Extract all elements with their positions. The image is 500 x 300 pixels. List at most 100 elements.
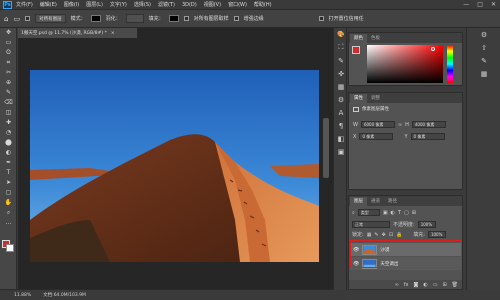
brush-settings-icon[interactable]: ✎ xyxy=(334,54,348,67)
link-layers-icon[interactable]: ∞ xyxy=(395,282,399,288)
grid-icon[interactable]: ▦ xyxy=(467,67,500,80)
delete-layer-icon[interactable]: 🗑 xyxy=(452,282,458,288)
image-canvas[interactable] xyxy=(30,70,319,262)
lock-artboard-icon[interactable]: ⊡ xyxy=(389,232,393,238)
filter-pixel-icon[interactable]: ▣ xyxy=(383,210,388,216)
libraries-icon[interactable]: ▣ xyxy=(334,145,348,158)
brush-tool-icon[interactable]: ⌫ xyxy=(0,98,17,108)
move-tool-icon[interactable]: ✥ xyxy=(0,28,17,38)
link-icon[interactable]: ∞ xyxy=(398,122,402,128)
feather-input[interactable] xyxy=(125,14,144,23)
adjustment-layer-icon[interactable]: ◐ xyxy=(423,282,427,288)
filter-type-icon[interactable]: T xyxy=(398,210,401,216)
fg-color-chip[interactable] xyxy=(352,46,360,54)
tab-channels[interactable]: 通道 xyxy=(367,197,384,206)
blend-mode-dropdown[interactable]: 正常 xyxy=(352,221,390,228)
gradient-tool-icon[interactable]: ⬤ xyxy=(0,138,17,148)
filter-adjust-icon[interactable]: ◐ xyxy=(391,210,395,216)
menu-type[interactable]: 文字(Y) xyxy=(110,1,127,8)
shape-tool-icon[interactable]: ▢ xyxy=(0,188,17,198)
menu-select[interactable]: 选择(S) xyxy=(134,1,151,8)
tab-paths[interactable]: 路径 xyxy=(384,197,401,206)
frame-icon[interactable]: ⛶ xyxy=(334,41,348,54)
menu-window[interactable]: 窗口(W) xyxy=(228,1,247,8)
width-field[interactable]: 6000 像素 xyxy=(360,121,395,128)
character-icon[interactable]: A xyxy=(334,106,348,119)
menu-view[interactable]: 视图(V) xyxy=(204,1,221,8)
path-select-tool-icon[interactable]: ➤ xyxy=(0,178,17,188)
history-brush-icon[interactable]: ✚ xyxy=(0,118,17,128)
sample-checkbox[interactable] xyxy=(183,16,189,21)
edit-icon[interactable]: ✎ xyxy=(467,54,500,67)
fx-icon[interactable]: fx xyxy=(404,282,409,288)
mask-icon[interactable]: ◙ xyxy=(413,282,418,288)
type-tool-icon[interactable]: T xyxy=(0,168,17,178)
blur-tool-icon[interactable]: ◐ xyxy=(0,148,17,158)
lock-pixels-icon[interactable]: ▦ xyxy=(367,232,372,238)
close-icon[interactable]: ✕ xyxy=(491,1,496,8)
mode-dropdown[interactable]: 对所有图层 xyxy=(35,14,66,23)
export-icon[interactable]: ⇧ xyxy=(467,41,500,54)
option-checkbox[interactable] xyxy=(318,16,324,21)
group-icon[interactable]: ▭ xyxy=(433,282,438,288)
filter-smart-icon[interactable]: ⊞ xyxy=(412,210,416,216)
fill-field[interactable]: 100% xyxy=(427,231,446,238)
tab-adjustments[interactable]: 调整 xyxy=(367,94,384,103)
paragraph-icon[interactable]: ¶ xyxy=(334,119,348,132)
quick-select-tool-icon[interactable]: ⌗ xyxy=(0,58,17,68)
tab-layers[interactable]: 图层 xyxy=(350,197,367,206)
lasso-tool-icon[interactable]: ʘ xyxy=(0,48,17,58)
crop-tool-icon[interactable]: ✂ xyxy=(0,68,17,78)
adjustments-icon[interactable]: ◧ xyxy=(334,132,348,145)
document-tab[interactable]: 1撤天空.psd @ 11.7% (沙漠, RGB/8#) * × xyxy=(18,28,138,38)
height-field[interactable]: 4000 像素 xyxy=(411,121,446,128)
tab-swatches[interactable]: 色板 xyxy=(367,34,384,43)
enhance-checkbox[interactable] xyxy=(233,16,239,21)
properties-icon[interactable]: ⚙ xyxy=(467,28,500,41)
swatches-icon[interactable]: ▦ xyxy=(334,80,348,93)
fill-swatch[interactable] xyxy=(168,15,179,22)
maximize-icon[interactable]: □ xyxy=(477,1,483,8)
background-color-swatch[interactable] xyxy=(6,244,14,252)
eraser-tool-icon[interactable]: ◔ xyxy=(0,128,17,138)
selection-mode-icon[interactable]: ▭ xyxy=(13,15,20,23)
x-field[interactable]: 0 像素 xyxy=(359,133,394,140)
more-tools-icon[interactable]: … xyxy=(0,218,17,228)
lock-all-icon[interactable]: 🔒 xyxy=(396,232,402,238)
hand-tool-icon[interactable]: ✋ xyxy=(0,198,17,208)
vertical-scrollbar[interactable] xyxy=(323,118,329,178)
eyedropper-tool-icon[interactable]: ⊕ xyxy=(0,78,17,88)
hue-slider[interactable] xyxy=(447,45,453,83)
settings-icon[interactable]: ⚙ xyxy=(334,93,348,106)
all-layers-checkbox[interactable] xyxy=(25,16,31,21)
menu-image[interactable]: 图像(I) xyxy=(64,1,79,8)
zoom-tool-icon[interactable]: ⌕ xyxy=(0,208,17,218)
healing-tool-icon[interactable]: ✎ xyxy=(0,88,17,98)
menu-filter[interactable]: 滤镜(T) xyxy=(158,1,175,8)
menu-layer[interactable]: 图层(L) xyxy=(86,1,103,8)
zoom-level[interactable]: 11.88% xyxy=(14,293,31,298)
color-swatch[interactable] xyxy=(90,15,101,22)
y-field[interactable]: 0 像素 xyxy=(410,133,445,140)
filter-shape-icon[interactable]: ▢ xyxy=(404,210,409,216)
color-panel-icon[interactable]: 🎨 xyxy=(334,28,348,41)
filter-type-dropdown[interactable]: 类型 xyxy=(357,209,380,216)
menu-edit[interactable]: 编辑(E) xyxy=(40,1,57,8)
stamp-tool-icon[interactable]: ◫ xyxy=(0,108,17,118)
tab-properties[interactable]: 属性 xyxy=(350,94,367,103)
minimize-icon[interactable]: — xyxy=(463,1,469,8)
filter-search-icon[interactable]: ⌕ xyxy=(352,210,355,216)
pen-tool-icon[interactable]: ✒ xyxy=(0,158,17,168)
lock-paint-icon[interactable]: ✎ xyxy=(374,232,378,238)
menu-3d[interactable]: 3D(D) xyxy=(182,2,197,8)
tool-preset-icon[interactable]: ⌂ xyxy=(4,15,8,23)
lock-move-icon[interactable]: ✥ xyxy=(382,232,386,238)
marquee-tool-icon[interactable]: ▭ xyxy=(0,38,17,48)
transform-icon[interactable]: ✜ xyxy=(334,67,348,80)
menu-help[interactable]: 帮助(H) xyxy=(254,1,272,8)
opacity-field[interactable]: 100% xyxy=(417,221,436,228)
tab-color[interactable]: 颜色 xyxy=(350,34,367,43)
menu-file[interactable]: 文件(F) xyxy=(16,1,33,8)
close-tab-icon[interactable]: × xyxy=(111,31,115,36)
new-layer-icon[interactable]: ⊞ xyxy=(442,282,446,288)
